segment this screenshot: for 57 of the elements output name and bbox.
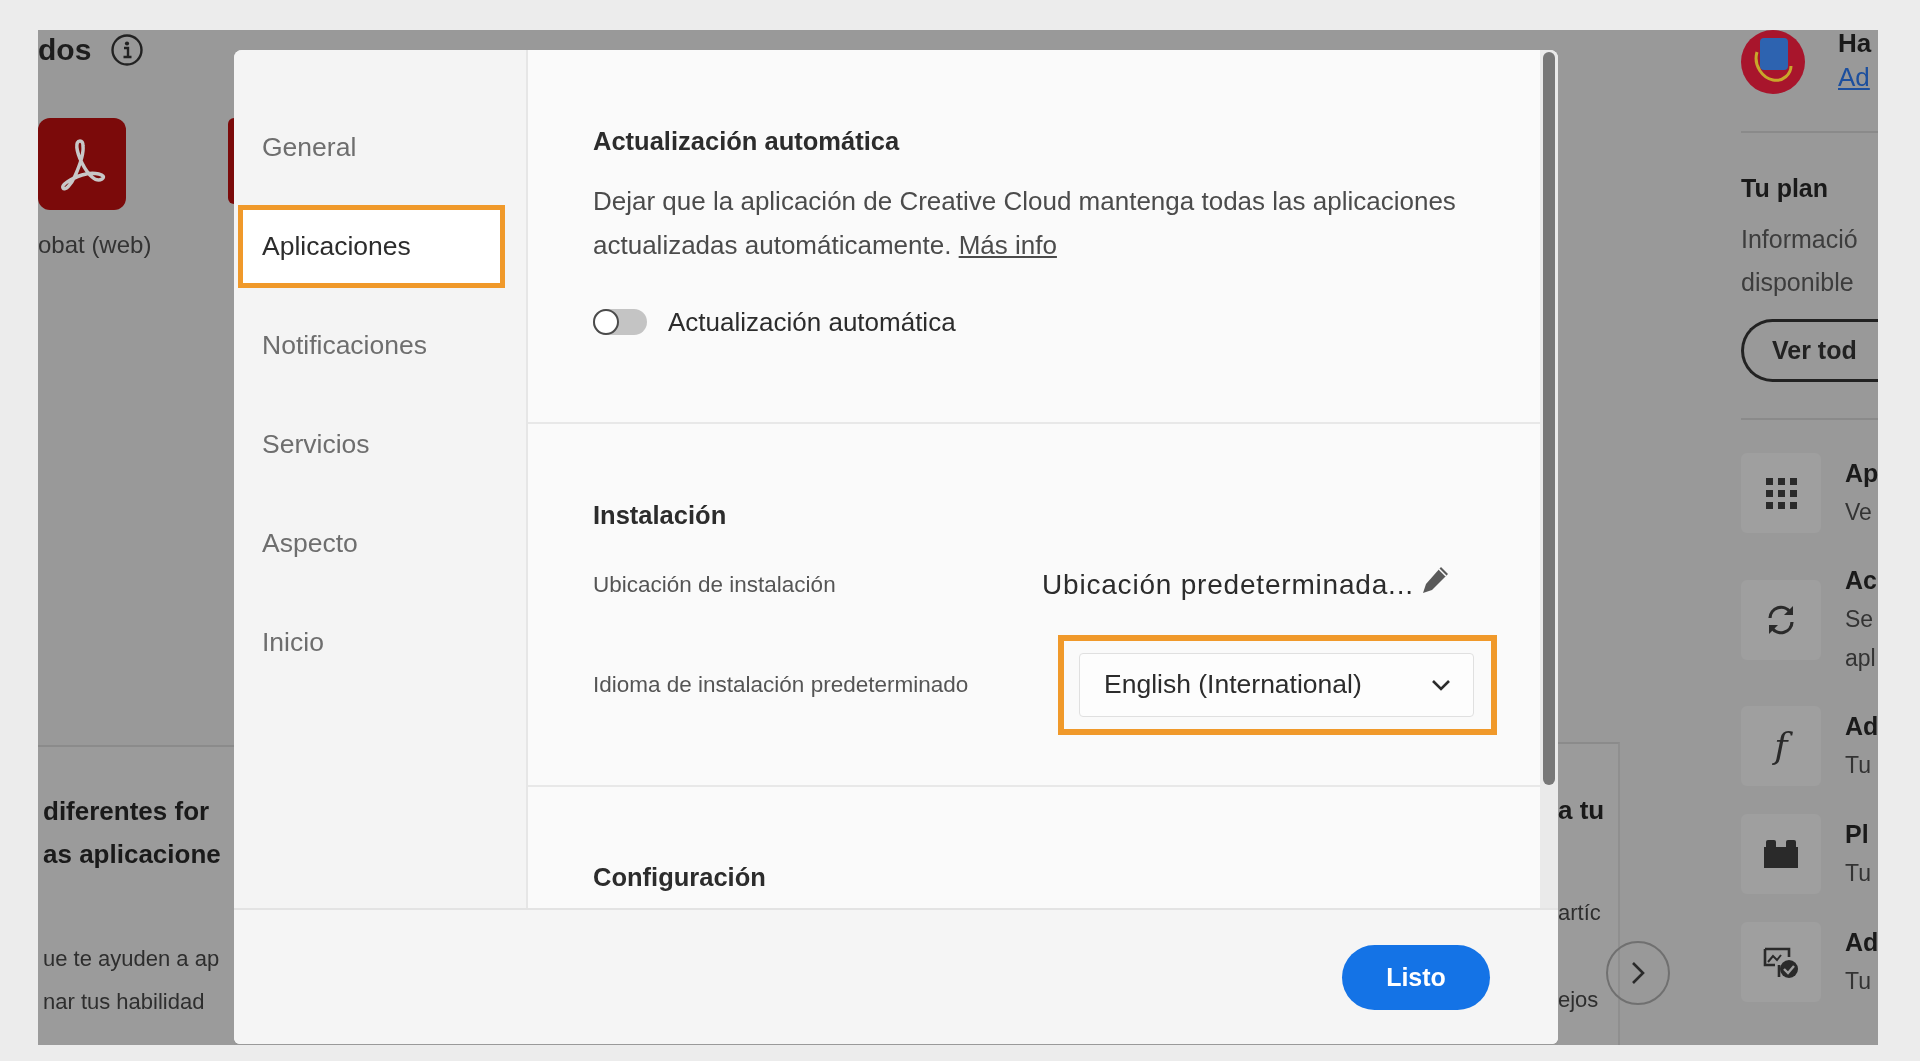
card-text: nar tus habilidad: [43, 988, 206, 1016]
more-info-link[interactable]: Más info: [958, 230, 1057, 260]
card-text: ue te ayuden a ap: [43, 945, 221, 973]
card-text: artíc: [1558, 899, 1602, 927]
app-logo-icon[interactable]: [38, 118, 126, 210]
view-all-button[interactable]: Ver tod: [1741, 319, 1878, 382]
item-text: Tu: [1845, 967, 1872, 996]
plan-text: disponible: [1741, 267, 1855, 298]
card-heading: a tu: [1558, 794, 1606, 827]
brick-icon: [1741, 814, 1821, 894]
item-text: Tu: [1845, 859, 1871, 888]
sidebar-item[interactable]: Aplicaciones: [238, 205, 505, 288]
sidebar-item[interactable]: Notificaciones: [238, 304, 505, 387]
item-title: Pl: [1845, 819, 1870, 850]
language-dropdown[interactable]: English (International): [1079, 653, 1474, 717]
refresh-icon: [1741, 579, 1821, 660]
item-title: Ap: [1845, 458, 1878, 489]
plan-title: Tu plan: [1741, 173, 1830, 203]
grid-icon: [1741, 453, 1821, 533]
section-heading: Instalación: [593, 500, 728, 531]
card-heading: as aplicacione: [43, 838, 222, 871]
done-button[interactable]: Listo: [1342, 945, 1490, 1010]
field-label: Idioma de instalación predeterminado: [593, 671, 970, 700]
avatar-icon[interactable]: [1741, 30, 1805, 94]
toggle-label: Actualización automática: [668, 305, 956, 339]
item-text: Ve: [1845, 498, 1873, 527]
plan-text: Informació: [1741, 224, 1859, 255]
app-label: obat (web): [38, 230, 153, 260]
item-title: Ad: [1845, 711, 1878, 742]
section-heading: Configuración: [593, 862, 767, 893]
app-tile[interactable]: [228, 118, 234, 204]
account-link[interactable]: Ad: [1838, 60, 1872, 94]
user-name: Ha: [1838, 30, 1872, 56]
toggle-switch[interactable]: [593, 309, 647, 335]
item-title: Ac: [1845, 565, 1877, 596]
item-title: Ad: [1845, 927, 1878, 958]
chevron-down-icon: [1431, 679, 1451, 691]
section-title: dos: [38, 32, 92, 68]
sidebar-item[interactable]: Servicios: [238, 403, 505, 486]
item-text: apl: [1845, 644, 1877, 673]
sidebar-item[interactable]: Aspecto: [238, 502, 505, 585]
card-text: ejos: [1558, 986, 1600, 1014]
sidebar-item[interactable]: General: [238, 106, 505, 189]
description-text: Dejar que la aplicación de Creative Cloud mantenga todas las aplicaciones actualizadas automáticamente. Más info: [593, 185, 1457, 262]
article-card[interactable]: a tu artíc ejos: [1558, 742, 1620, 1045]
scrollbar-thumb[interactable]: [1543, 52, 1555, 785]
location-value: Ubicación predeterminada...: [1042, 568, 1414, 602]
item-text: Se: [1845, 605, 1875, 634]
card-heading: diferentes for: [43, 795, 211, 828]
item-text: Tu: [1845, 751, 1872, 780]
info-icon[interactable]: [111, 34, 144, 66]
font-icon: f: [1741, 706, 1821, 786]
chevron-right-icon: [1631, 961, 1645, 985]
sidebar-item[interactable]: Inicio: [238, 601, 505, 684]
image-check-icon: [1741, 922, 1821, 1002]
section-heading: Actualización automática: [593, 126, 901, 157]
field-label: Ubicación de instalación: [593, 571, 837, 600]
